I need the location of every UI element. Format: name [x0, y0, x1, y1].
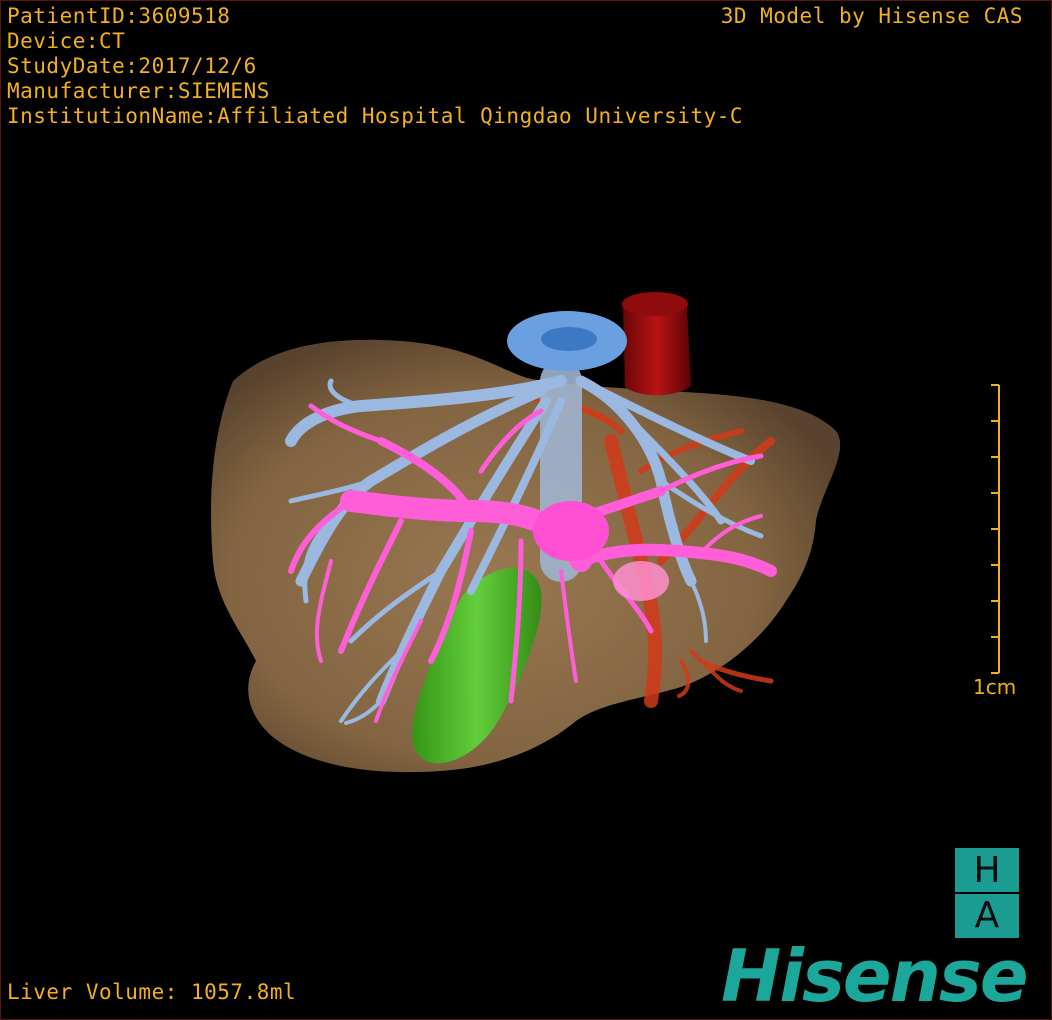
liver-3d-model[interactable]: [1, 1, 1051, 1019]
patient-id-text: PatientID:3609518: [7, 4, 231, 28]
ha-badge-divider: [955, 892, 1019, 894]
ha-badge-letter-a: A: [974, 895, 1000, 936]
scale-bar: [991, 384, 1000, 674]
portal-vein-trunk: [533, 501, 609, 561]
ivc-top: [622, 292, 688, 316]
hepatic-vein-opening: [541, 327, 597, 351]
device-text: Device:CT: [7, 29, 126, 53]
ha-badge-letter-h: H: [973, 850, 1001, 891]
ha-logo-badge: H A: [955, 848, 1019, 938]
model-credit-text: 3D Model by Hisense CAS: [720, 4, 1023, 28]
hisense-logo: Hisense: [721, 934, 1029, 1018]
dicom-info-overlay: PatientID:3609518 Device:CT StudyDate:20…: [7, 4, 743, 129]
liver-volume-text: Liver Volume: 1057.8ml: [7, 980, 297, 1004]
3d-viewport[interactable]: PatientID:3609518 Device:CT StudyDate:20…: [0, 0, 1052, 1020]
manufacturer-text: Manufacturer:SIEMENS: [7, 79, 270, 103]
scale-bar-label: 1cm: [973, 675, 1017, 699]
study-date-text: StudyDate:2017/12/6: [7, 54, 257, 78]
portal-vein-pink-patch: [613, 561, 669, 601]
institution-name-text: InstitutionName:Affiliated Hospital Qing…: [7, 104, 744, 128]
